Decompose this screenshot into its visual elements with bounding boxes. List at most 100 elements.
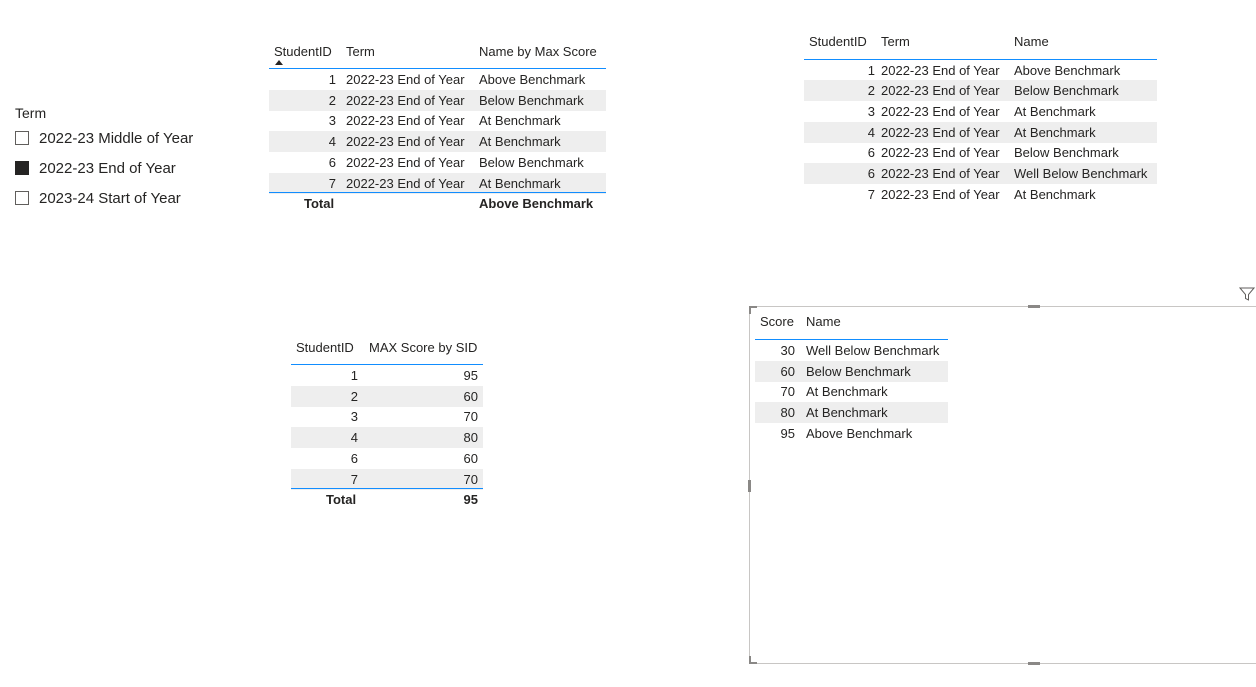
total-label: Total — [326, 492, 357, 507]
column-header-term[interactable]: Term — [881, 34, 910, 49]
cell-name: At Benchmark — [479, 175, 561, 191]
cell-term: 2022-23 End of Year — [346, 92, 465, 108]
cell-term: 2022-23 End of Year — [346, 134, 465, 150]
cell-score: 70 — [780, 384, 795, 400]
cell-term: 2022-23 End of Year — [881, 124, 1000, 140]
column-header-name[interactable]: Name — [1014, 34, 1049, 49]
cell-studentid: 4 — [867, 124, 875, 140]
column-header-studentid[interactable]: StudentID — [296, 340, 354, 355]
cell-name: Below Benchmark — [479, 92, 584, 108]
table-row[interactable]: 4 2022-23 End of Year At Benchmark — [804, 121, 1157, 143]
cell-max-score: 60 — [463, 388, 478, 404]
table-row[interactable]: 70 At Benchmark — [755, 381, 948, 402]
column-header-name-by-max-score[interactable]: Name by Max Score — [479, 44, 597, 59]
cell-studentid: 6 — [328, 154, 336, 170]
slicer-item-label: 2023-24 Start of Year — [39, 189, 181, 207]
cell-term: 2022-23 End of Year — [881, 62, 1000, 78]
column-header-studentid[interactable]: StudentID — [809, 34, 867, 49]
cell-studentid: 7 — [867, 186, 875, 202]
table-row[interactable]: 7 70 — [291, 468, 483, 490]
cell-name: Below Benchmark — [479, 154, 584, 170]
table-row[interactable]: 6 2022-23 End of Year Below Benchmark — [269, 152, 606, 173]
cell-term: 2022-23 End of Year — [346, 72, 465, 87]
cell-term: 2022-23 End of Year — [881, 103, 1000, 119]
column-header-studentid[interactable]: StudentID — [274, 44, 332, 59]
cell-studentid: 6 — [867, 145, 875, 161]
total-label: Total — [304, 196, 335, 211]
resize-handle-left[interactable] — [748, 480, 751, 492]
slicer-item-end-of-year[interactable]: 2022-23 End of Year — [15, 157, 176, 179]
cell-term: 2022-23 End of Year — [881, 83, 1000, 99]
cell-studentid: 6 — [350, 450, 358, 466]
slicer-item-middle-of-year[interactable]: 2022-23 Middle of Year — [15, 127, 193, 149]
table-row[interactable]: 2 60 — [291, 385, 483, 407]
table-row[interactable]: 7 2022-23 End of Year At Benchmark — [804, 184, 1157, 205]
cell-name: At Benchmark — [806, 405, 888, 421]
cell-studentid: 7 — [350, 471, 358, 487]
cell-studentid: 2 — [867, 83, 875, 99]
cell-name: At Benchmark — [479, 113, 561, 129]
table-row[interactable]: 7 2022-23 End of Year At Benchmark — [269, 172, 606, 194]
cell-score: 95 — [780, 425, 795, 441]
cell-term: 2022-23 End of Year — [881, 166, 1000, 181]
cell-studentid: 3 — [328, 113, 336, 129]
resize-handle-top[interactable] — [1028, 305, 1040, 308]
slicer-item-start-of-year[interactable]: 2023-24 Start of Year — [15, 187, 181, 209]
slicer-item-label: 2022-23 End of Year — [39, 159, 176, 177]
cell-studentid: 4 — [350, 430, 358, 446]
cell-score: 80 — [780, 405, 795, 421]
cell-studentid: 3 — [867, 103, 875, 119]
cell-studentid: 6 — [867, 166, 875, 181]
filter-icon[interactable] — [1239, 286, 1255, 302]
cell-name: Above Benchmark — [479, 72, 586, 87]
table-row[interactable]: 1 2022-23 End of Year Above Benchmark — [269, 69, 606, 90]
cell-name: At Benchmark — [479, 134, 561, 150]
table-row[interactable]: 6 2022-23 End of Year Well Below Benchmark — [804, 163, 1157, 184]
cell-studentid: 2 — [350, 388, 358, 404]
table-row[interactable]: 6 2022-23 End of Year Below Benchmark — [804, 142, 1157, 163]
table-row[interactable]: 30 Well Below Benchmark — [755, 340, 948, 361]
table-row[interactable]: 2 2022-23 End of Year Below Benchmark — [269, 89, 606, 111]
cell-studentid: 2 — [328, 92, 336, 108]
sort-ascending-icon[interactable] — [275, 60, 283, 65]
cell-name: Below Benchmark — [1014, 145, 1119, 161]
cell-max-score: 95 — [463, 368, 478, 383]
cell-term: 2022-23 End of Year — [346, 154, 465, 170]
table-row[interactable]: 4 2022-23 End of Year At Benchmark — [269, 131, 606, 153]
table-row[interactable]: 1 95 — [291, 365, 483, 386]
table-row[interactable]: 60 Below Benchmark — [755, 360, 948, 382]
cell-max-score: 70 — [463, 471, 478, 487]
table-row[interactable]: 1 2022-23 End of Year Above Benchmark — [804, 60, 1157, 81]
column-header-term[interactable]: Term — [346, 44, 375, 59]
table-row[interactable]: 2 2022-23 End of Year Below Benchmark — [804, 80, 1157, 102]
cell-score: 60 — [780, 363, 795, 379]
column-header-name[interactable]: Name — [806, 314, 841, 329]
table-row[interactable]: 6 60 — [291, 448, 483, 469]
cell-studentid: 3 — [350, 409, 358, 425]
cell-studentid: 1 — [350, 368, 358, 383]
resize-corner-top-left[interactable] — [749, 306, 757, 314]
table-row[interactable]: 3 2022-23 End of Year At Benchmark — [804, 101, 1157, 122]
cell-name: At Benchmark — [1014, 124, 1096, 140]
table-row[interactable]: 3 2022-23 End of Year At Benchmark — [269, 110, 606, 131]
cell-max-score: 70 — [463, 409, 478, 425]
cell-name: At Benchmark — [1014, 103, 1096, 119]
table-row[interactable]: 95 Above Benchmark — [755, 423, 948, 444]
checkbox-checked-icon[interactable] — [15, 161, 29, 175]
column-header-max-score[interactable]: MAX Score by SID — [369, 340, 477, 355]
cell-name: Above Benchmark — [1014, 62, 1121, 78]
resize-corner-bottom-left[interactable] — [749, 656, 757, 664]
checkbox-icon[interactable] — [15, 191, 29, 205]
table-row[interactable]: 4 80 — [291, 427, 483, 449]
cell-term: 2022-23 End of Year — [346, 113, 465, 129]
table-row[interactable]: 3 70 — [291, 406, 483, 427]
table-row[interactable]: 80 At Benchmark — [755, 402, 948, 424]
checkbox-icon[interactable] — [15, 131, 29, 145]
resize-handle-bottom[interactable] — [1028, 662, 1040, 665]
cell-studentid: 4 — [328, 134, 336, 150]
cell-name: At Benchmark — [806, 384, 888, 400]
slicer-title: Term — [15, 105, 47, 121]
column-header-score[interactable]: Score — [760, 314, 794, 329]
cell-name: Below Benchmark — [1014, 83, 1119, 99]
total-value: Above Benchmark — [479, 196, 594, 211]
